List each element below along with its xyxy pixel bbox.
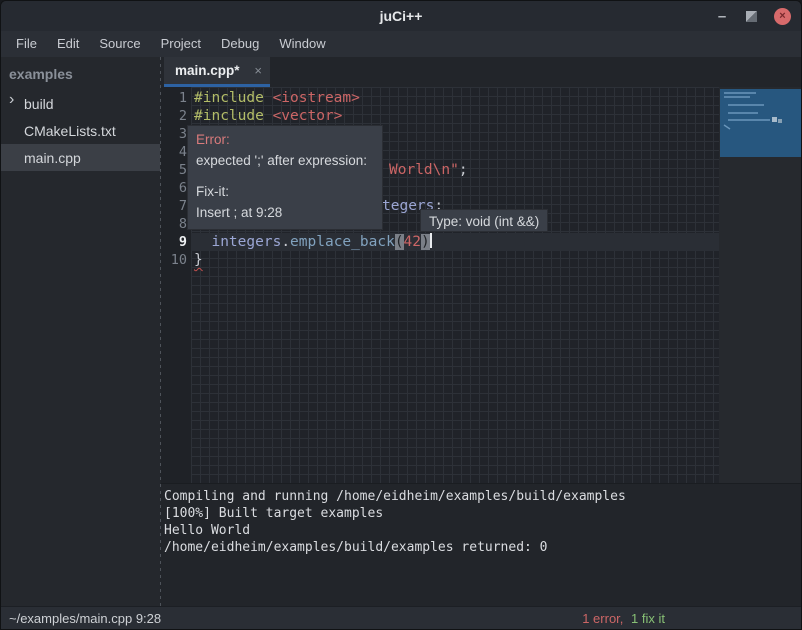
code-line-9[interactable]: integers.emplace_back(42) <box>191 233 719 251</box>
tab-close-icon[interactable]: × <box>254 63 262 78</box>
line-number: 10 <box>161 251 191 269</box>
console-line: Compiling and running /home/eidheim/exam… <box>164 488 801 505</box>
menu-debug[interactable]: Debug <box>211 31 269 57</box>
line-number: 2 <box>161 107 191 125</box>
tree-item-label: CMakeLists.txt <box>24 123 116 139</box>
code-token <box>264 108 273 124</box>
file-tree: › build CMakeLists.txt main.cpp <box>1 90 160 171</box>
status-error-count: 1 error, <box>582 611 623 626</box>
code-line-1[interactable]: #include <iostream> <box>191 89 719 107</box>
code-token: ; <box>459 162 468 178</box>
error-tooltip-title: Error: <box>196 129 374 150</box>
tree-item-label: build <box>24 96 54 112</box>
code-line-2[interactable]: #include <vector> <box>191 107 719 125</box>
menubar: FileEditSourceProjectDebugWindow <box>1 31 801 57</box>
fixit-tooltip-message: Insert ; at 9:28 <box>196 202 374 223</box>
code-token: . <box>281 234 290 250</box>
minimap[interactable] <box>720 89 801 157</box>
code-editor[interactable]: 12345678910 #include <iostream>#include … <box>161 87 801 483</box>
tree-item-build[interactable]: › build <box>1 90 160 117</box>
menu-project[interactable]: Project <box>151 31 211 57</box>
code-token: 42 <box>404 234 421 250</box>
menu-source[interactable]: Source <box>89 31 150 57</box>
status-bar: ~/examples/main.cpp 9:28 1 error, 1 fix … <box>1 606 801 629</box>
code-token: World\n" <box>389 162 459 178</box>
fixit-tooltip-title: Fix-it: <box>196 181 374 202</box>
editor-pane: main.cpp* × 12345678910 #include <iostre… <box>161 57 801 606</box>
project-name: examples <box>1 61 160 90</box>
console-line: Hello World <box>164 522 801 539</box>
output-console[interactable]: Compiling and running /home/eidheim/exam… <box>161 483 801 606</box>
status-fixit-count: 1 fix it <box>631 611 665 626</box>
error-tooltip-message: expected ';' after expression: <box>196 150 374 171</box>
minimize-button[interactable]: – <box>715 8 729 25</box>
line-number: 1 <box>161 89 191 107</box>
window-title: juCi++ <box>380 8 423 24</box>
code-token <box>194 234 211 250</box>
window-controls: – × <box>715 1 791 31</box>
type-tooltip: Type: void (int &&) <box>420 209 548 232</box>
line-number: 9 <box>161 233 191 251</box>
file-tree-sidebar: examples › build CMakeLists.txt main.cpp <box>1 57 160 606</box>
tree-item-cmakelists-txt[interactable]: CMakeLists.txt <box>1 117 160 144</box>
tab-main-cpp[interactable]: main.cpp* × <box>164 57 270 87</box>
code-token: #include <box>194 108 264 124</box>
code-token: ) <box>421 234 430 250</box>
console-line: /home/eidheim/examples/build/examples re… <box>164 539 801 556</box>
code-token <box>264 90 273 106</box>
main-area: examples › build CMakeLists.txt main.cpp ma… <box>1 57 801 606</box>
app-window: juCi++ – × FileEditSourceProjectDebugWin… <box>0 0 802 630</box>
status-diagnostics: 1 error, 1 fix it <box>582 611 801 626</box>
restore-icon[interactable] <box>746 11 757 22</box>
title-bar[interactable]: juCi++ – × <box>1 1 801 31</box>
code-token: integers <box>211 234 281 250</box>
tab-bar: main.cpp* × <box>161 57 801 87</box>
error-tooltip: Error: expected ';' after expression: Fi… <box>187 125 383 230</box>
code-token: emplace_back <box>290 234 395 250</box>
code-line-10[interactable]: } <box>191 251 719 269</box>
code-token: <iostream> <box>273 90 360 106</box>
status-file-location: ~/examples/main.cpp 9:28 <box>1 611 161 626</box>
text-cursor <box>430 233 432 248</box>
tree-item-main-cpp[interactable]: main.cpp <box>1 144 160 171</box>
close-button[interactable]: × <box>774 8 791 25</box>
menu-window[interactable]: Window <box>269 31 335 57</box>
tree-item-label: main.cpp <box>24 150 81 166</box>
code-token: ( <box>395 234 404 250</box>
menu-edit[interactable]: Edit <box>47 31 89 57</box>
tab-label: main.cpp* <box>175 63 240 78</box>
code-token: #include <box>194 90 264 106</box>
menu-file[interactable]: File <box>6 31 47 57</box>
chevron-right-icon[interactable]: › <box>9 91 14 109</box>
code-token: } <box>194 252 203 268</box>
console-line: [100%] Built target examples <box>164 505 801 522</box>
code-token: <vector> <box>273 108 343 124</box>
